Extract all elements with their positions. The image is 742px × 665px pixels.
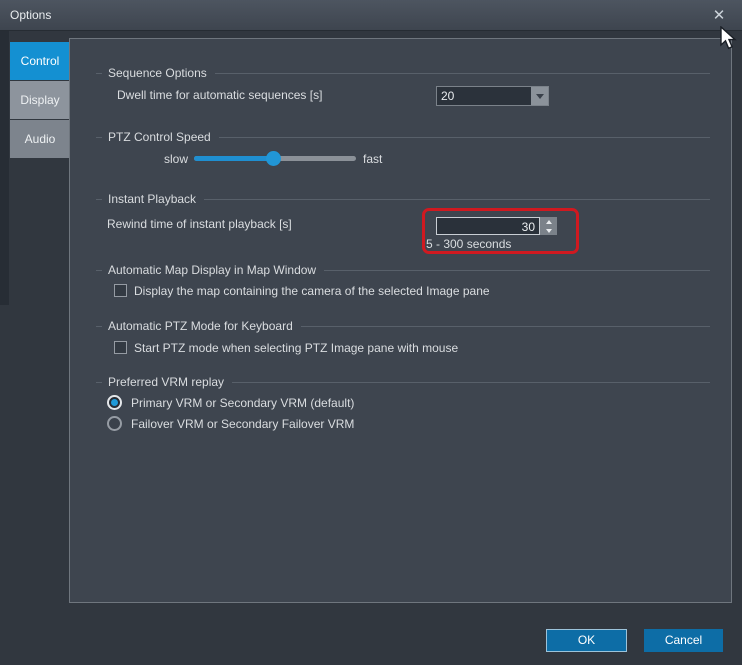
section-rule	[218, 136, 710, 138]
slider-fill	[194, 156, 274, 161]
rewind-time-spinner	[540, 217, 557, 235]
spinner-down-button[interactable]	[540, 226, 557, 235]
settings-panel: Sequence Options Dwell time for automati…	[69, 38, 732, 603]
section-ptz-keyboard: Automatic PTZ Mode for Keyboard	[96, 319, 710, 333]
vrm-primary-label: Primary VRM or Secondary VRM (default)	[131, 396, 355, 410]
section-title: Sequence Options	[108, 66, 207, 80]
section-dash	[96, 325, 102, 327]
section-title: Automatic PTZ Mode for Keyboard	[108, 319, 293, 333]
map-display-checkbox[interactable]	[114, 284, 127, 297]
section-dash	[96, 136, 102, 138]
section-dash	[96, 269, 102, 271]
spinner-up-button[interactable]	[540, 217, 557, 226]
rewind-time-label: Rewind time of instant playback [s]	[107, 217, 292, 231]
section-rule	[324, 269, 710, 271]
section-title: Automatic Map Display in Map Window	[108, 263, 317, 277]
tab-audio[interactable]: Audio	[10, 120, 70, 158]
section-sequence-options: Sequence Options	[96, 66, 710, 80]
section-dash	[96, 72, 102, 74]
dropdown-button[interactable]	[531, 87, 548, 105]
section-vrm-replay: Preferred VRM replay	[96, 375, 710, 389]
cancel-button[interactable]: Cancel	[644, 629, 723, 652]
dwell-time-value: 20	[441, 89, 455, 103]
vrm-primary-radio[interactable]	[107, 395, 122, 410]
vrm-failover-label: Failover VRM or Secondary Failover VRM	[131, 417, 355, 431]
chevron-down-icon	[535, 93, 544, 99]
spinner-up-icon	[545, 219, 552, 224]
ptz-keyboard-checkbox[interactable]	[114, 341, 127, 354]
ok-button[interactable]: OK	[546, 629, 627, 652]
section-ptz-control-speed: PTZ Control Speed	[96, 130, 710, 144]
section-title: Preferred VRM replay	[108, 375, 225, 389]
dwell-time-select[interactable]: 20	[436, 86, 549, 106]
section-rule	[214, 72, 710, 74]
options-dialog: Options ✕ Control Display Audio Sequence…	[0, 0, 742, 665]
dwell-time-label: Dwell time for automatic sequences [s]	[117, 88, 323, 102]
window-title: Options	[10, 8, 52, 22]
vrm-failover-radio[interactable]	[107, 416, 122, 431]
title-bar: Options	[0, 0, 742, 31]
ptz-speed-thumb[interactable]	[266, 151, 282, 166]
spinner-down-icon	[545, 228, 552, 233]
ptz-speed-slider[interactable]	[194, 151, 356, 166]
section-map-display: Automatic Map Display in Map Window	[96, 263, 710, 277]
tab-display[interactable]: Display	[10, 81, 70, 119]
slider-slow-label: slow	[163, 152, 188, 166]
rewind-range-hint: 5 - 300 seconds	[426, 237, 512, 251]
rewind-time-input[interactable]: 30	[436, 217, 540, 235]
section-title: Instant Playback	[108, 192, 197, 206]
section-dash	[96, 381, 102, 383]
section-dash	[96, 198, 102, 200]
section-rule	[204, 198, 710, 200]
section-title: PTZ Control Speed	[108, 130, 211, 144]
section-rule	[300, 325, 710, 327]
ptz-keyboard-checkbox-label: Start PTZ mode when selecting PTZ Image …	[134, 341, 459, 355]
close-icon[interactable]: ✕	[705, 2, 733, 28]
map-display-checkbox-label: Display the map containing the camera of…	[134, 284, 490, 298]
section-rule	[232, 381, 710, 383]
section-instant-playback: Instant Playback	[96, 192, 710, 206]
tab-control[interactable]: Control	[10, 42, 70, 80]
sidebar-tabs: Control Display Audio	[10, 42, 70, 159]
tab-strip-background	[0, 31, 9, 305]
slider-fast-label: fast	[363, 152, 383, 166]
